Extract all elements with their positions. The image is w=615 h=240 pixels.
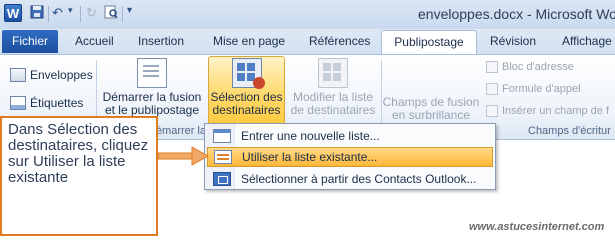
insert-field-label: Insérer un champ de f bbox=[502, 105, 610, 117]
envelopes-label: Enveloppes bbox=[30, 68, 93, 82]
customize-toolbar-icon[interactable]: ▾ bbox=[127, 5, 132, 16]
select-recipients-label-2: destinataires bbox=[212, 103, 281, 117]
undo-dropdown-icon[interactable]: ▾ bbox=[68, 5, 73, 16]
labels-button[interactable]: Étiquettes bbox=[10, 96, 83, 110]
greeting-line-icon bbox=[486, 83, 498, 95]
callout-text: Dans Sélection des destinataires, clique… bbox=[8, 121, 149, 186]
menu-item-label: Entrer une nouvelle liste... bbox=[241, 129, 380, 143]
tab-affichage[interactable]: Affichage bbox=[562, 34, 612, 48]
menu-item-new-list[interactable]: Entrer une nouvelle liste... bbox=[207, 126, 493, 146]
window-title: enveloppes.docx - Microsoft Word bbox=[418, 6, 615, 22]
select-recipients-icon bbox=[231, 58, 265, 89]
merge-fields-label-2: en surbrillance bbox=[391, 108, 471, 122]
edit-list-icon bbox=[318, 58, 348, 88]
edit-list-label-2: de destinataires bbox=[290, 103, 376, 117]
insert-merge-field-button[interactable]: Insérer un champ de f bbox=[486, 105, 609, 117]
tab-mise-en-page[interactable]: Mise en page bbox=[213, 34, 285, 48]
print-preview-icon[interactable] bbox=[104, 5, 118, 19]
address-block-icon bbox=[486, 61, 498, 73]
tab-publipostage[interactable]: Publipostage bbox=[381, 30, 477, 55]
start-mail-merge-button[interactable]: Démarrer la fusion et le publipostage bbox=[100, 58, 204, 117]
select-recipients-button[interactable]: Sélection des destinataires bbox=[208, 58, 285, 117]
existing-list-icon bbox=[214, 150, 232, 164]
tab-fichier[interactable]: Fichier bbox=[2, 30, 58, 53]
tab-references[interactable]: Références bbox=[309, 34, 370, 48]
address-block-label: Bloc d'adresse bbox=[502, 61, 574, 73]
title-bar: W ↶ ▾ ↻ ▾ enveloppes.docx - Microsoft Wo… bbox=[0, 0, 615, 29]
outlook-contacts-icon bbox=[213, 172, 231, 186]
document-icon bbox=[137, 58, 167, 88]
select-recipients-menu: Entrer une nouvelle liste... Utiliser la… bbox=[204, 123, 496, 190]
word-logo-icon[interactable]: W bbox=[4, 4, 22, 22]
watermark: www.astucesinternet.com bbox=[469, 221, 605, 233]
envelopes-button[interactable]: Enveloppes bbox=[10, 68, 93, 82]
greeting-line-button[interactable]: Formule d'appel bbox=[486, 83, 581, 95]
menu-item-existing-list[interactable]: Utiliser la liste existante... bbox=[207, 147, 493, 167]
menu-item-label: Sélectionner à partir des Contacts Outlo… bbox=[241, 172, 477, 186]
redo-icon[interactable]: ↻ bbox=[86, 5, 97, 21]
envelope-icon bbox=[10, 68, 26, 82]
menu-item-outlook-contacts[interactable]: Sélectionner à partir des Contacts Outlo… bbox=[207, 169, 493, 189]
edit-recipient-list-button[interactable]: Modifier la liste de destinataires bbox=[288, 58, 378, 117]
address-block-button[interactable]: Bloc d'adresse bbox=[486, 61, 574, 73]
pointer-arrow-icon bbox=[158, 146, 210, 166]
new-list-icon bbox=[213, 129, 231, 143]
highlight-merge-fields-button[interactable]: Champs de fusion en surbrillance bbox=[382, 96, 480, 122]
menu-item-label: Utiliser la liste existante... bbox=[242, 150, 378, 164]
labels-icon bbox=[10, 96, 26, 110]
save-icon[interactable] bbox=[30, 5, 44, 19]
tab-insertion[interactable]: Insertion bbox=[138, 34, 184, 48]
undo-icon[interactable]: ↶ bbox=[52, 5, 63, 21]
tab-revision[interactable]: Révision bbox=[490, 34, 536, 48]
insert-field-icon bbox=[486, 105, 498, 117]
tab-accueil[interactable]: Accueil bbox=[75, 34, 114, 48]
write-fields-group-label: Champs d'écritur bbox=[528, 125, 611, 137]
instruction-callout: Dans Sélection des destinataires, clique… bbox=[0, 116, 158, 236]
greeting-line-label: Formule d'appel bbox=[502, 83, 581, 95]
labels-label: Étiquettes bbox=[30, 96, 84, 110]
